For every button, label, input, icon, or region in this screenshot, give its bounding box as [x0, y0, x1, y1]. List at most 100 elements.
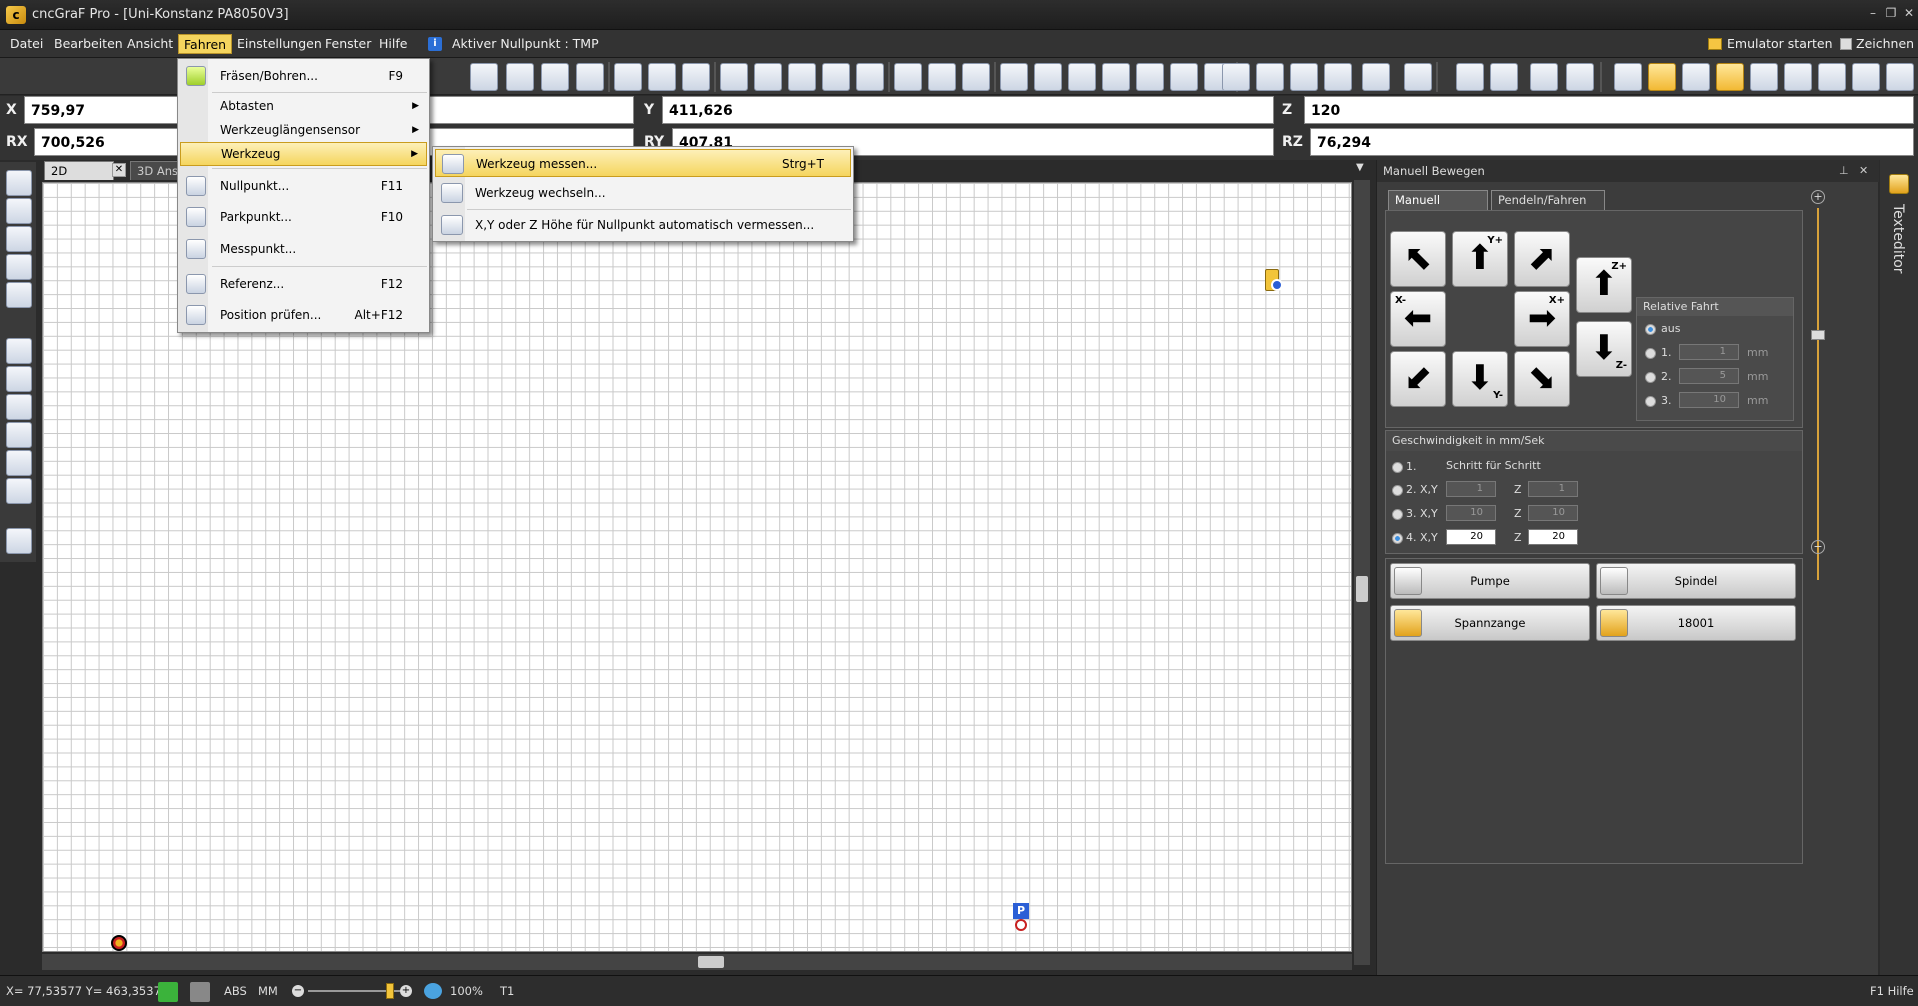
view-top-icon[interactable] — [1648, 63, 1676, 91]
rpm-button[interactable]: 18001 — [1596, 605, 1796, 641]
view-layers-icon[interactable] — [1716, 63, 1744, 91]
move-zminus-button[interactable]: ⬇ Z- — [1576, 321, 1632, 377]
move-xplus-button[interactable]: ➡ X+ — [1514, 291, 1570, 347]
draw-line-icon[interactable] — [6, 170, 32, 196]
menu-fenster[interactable]: Fenster — [320, 34, 376, 54]
tool-zoom-fit-icon[interactable] — [1324, 63, 1352, 91]
unit-mode[interactable]: MM — [258, 976, 278, 1006]
zoom-in-icon[interactable]: + — [400, 985, 412, 997]
move-se-button[interactable]: ⬊ — [1514, 351, 1570, 407]
speed-4-xy-input[interactable]: 20 — [1446, 529, 1496, 545]
menu-item-reference[interactable]: Referenz... F12 — [180, 269, 427, 299]
layer-4-icon[interactable] — [6, 422, 32, 448]
speed-slider-thumb[interactable] — [1811, 330, 1825, 340]
submenu-item-auto-measure[interactable]: X,Y oder Z Höhe für Nullpunkt automatisc… — [435, 211, 851, 239]
menu-item-tool-length-sensor[interactable]: Werkzeuglängensensor ▶ — [180, 118, 427, 142]
view-right-icon[interactable] — [1784, 63, 1812, 91]
draw-polyline-icon[interactable] — [6, 198, 32, 224]
menu-item-tool[interactable]: Werkzeug ▶ — [180, 142, 427, 166]
tool-doc2-icon[interactable] — [1490, 63, 1518, 91]
speed-2-z-input[interactable]: 1 — [1528, 481, 1578, 497]
menu-item-mill-drill[interactable]: Fräsen/Bohren... F9 — [180, 63, 427, 89]
tool-stop-icon[interactable] — [1102, 63, 1130, 91]
tool-block-icon[interactable] — [576, 63, 604, 91]
tool-doc4-icon[interactable] — [1566, 63, 1594, 91]
speed-1-radio[interactable] — [1392, 462, 1403, 473]
menu-item-nullpoint[interactable]: Nullpunkt... F11 — [180, 171, 427, 201]
spindle-button[interactable]: Spindel — [1596, 563, 1796, 599]
abs-mode[interactable]: ABS — [224, 976, 247, 1006]
tool-move-icon[interactable] — [1362, 63, 1390, 91]
tab-oscillate[interactable]: Pendeln/Fahren bis — [1491, 190, 1605, 226]
pin-icon[interactable]: ⊥ — [1839, 164, 1849, 177]
tool-xyz-icon[interactable] — [720, 63, 748, 91]
layer-3-icon[interactable] — [6, 394, 32, 420]
tool-material-icon[interactable] — [1000, 63, 1028, 91]
tool-play-icon[interactable] — [1034, 63, 1062, 91]
menu-datei[interactable]: Datei — [5, 34, 48, 54]
speed-3-xy-input[interactable]: 10 — [1446, 505, 1496, 521]
move-xminus-button[interactable]: ⬅ X- — [1390, 291, 1446, 347]
zoom-out-icon[interactable]: − — [292, 985, 304, 997]
relative-1-input[interactable]: 1 — [1679, 344, 1739, 360]
restore-button[interactable]: ❐ — [1884, 6, 1898, 20]
menu-item-check-position[interactable]: Position prüfen... Alt+F12 — [180, 300, 427, 330]
submenu-item-change-tool[interactable]: Werkzeug wechseln... — [435, 179, 851, 207]
tool-fast-icon[interactable] — [682, 63, 710, 91]
vertical-scrollbar[interactable] — [1354, 180, 1370, 965]
tool-z-icon[interactable] — [856, 63, 884, 91]
tool-change-icon[interactable] — [894, 63, 922, 91]
speed-3-radio[interactable] — [1392, 509, 1403, 520]
tool-hand-icon[interactable] — [541, 63, 569, 91]
tool-doc3-icon[interactable] — [1530, 63, 1558, 91]
view-front-icon[interactable] — [1682, 63, 1710, 91]
relative-2-input[interactable]: 5 — [1679, 368, 1739, 384]
relative-1-radio[interactable] — [1645, 348, 1656, 359]
tool-park-icon[interactable] — [648, 63, 676, 91]
emulator-start-button[interactable]: Emulator starten — [1727, 34, 1833, 54]
view-iso-icon[interactable] — [1614, 63, 1642, 91]
speed-4-radio[interactable] — [1392, 533, 1403, 544]
zoom-plus-icon[interactable]: + — [1811, 190, 1825, 204]
menu-bearbeiten[interactable]: Bearbeiten — [49, 34, 128, 54]
close-tab-icon[interactable]: ✕ — [112, 163, 126, 177]
tool-measure2-icon[interactable] — [928, 63, 956, 91]
horizontal-scrollbar[interactable] — [42, 954, 1352, 970]
tool-park-move-icon[interactable] — [1170, 63, 1198, 91]
move-yplus-button[interactable]: ⬆ Y+ — [1452, 231, 1508, 287]
tool-ruler-icon[interactable] — [1404, 63, 1432, 91]
relative-off-radio[interactable] — [1645, 324, 1656, 335]
move-yminus-button[interactable]: ⬇ Y- — [1452, 351, 1508, 407]
pump-button[interactable]: Pumpe — [1390, 563, 1590, 599]
tool-doc1-icon[interactable] — [1456, 63, 1484, 91]
tool-x-icon[interactable] — [788, 63, 816, 91]
move-nw-button[interactable]: ⬉ — [1390, 231, 1446, 287]
close-window-button[interactable]: ✕ — [1902, 6, 1916, 20]
draw-dimension-icon[interactable] — [6, 282, 32, 308]
tool-zoom-out-icon[interactable] — [1290, 63, 1318, 91]
tab-dropdown-icon[interactable]: ▼ — [1356, 162, 1364, 173]
speed-2-xy-input[interactable]: 1 — [1446, 481, 1496, 497]
tool-reference-icon[interactable] — [1136, 63, 1164, 91]
menu-ansicht[interactable]: Ansicht — [122, 34, 178, 54]
relative-3-input[interactable]: 10 — [1679, 392, 1739, 408]
zoom-slider-thumb[interactable] — [386, 983, 394, 999]
speed-2-radio[interactable] — [1392, 485, 1403, 496]
hscroll-thumb[interactable] — [698, 956, 724, 968]
tool-measure-icon[interactable] — [470, 63, 498, 91]
vscroll-thumb[interactable] — [1356, 576, 1368, 602]
move-ne-button[interactable]: ⬈ — [1514, 231, 1570, 287]
view-shade-icon[interactable] — [1852, 63, 1880, 91]
tool-pause-icon[interactable] — [1068, 63, 1096, 91]
menu-fahren[interactable]: Fahren — [178, 34, 233, 54]
menu-einstellungen[interactable]: Einstellungen — [232, 34, 327, 54]
minimize-button[interactable]: – — [1866, 6, 1880, 20]
menu-item-probe[interactable]: Abtasten ▶ — [180, 94, 427, 118]
menu-item-parkpoint[interactable]: Parkpunkt... F10 — [180, 202, 427, 232]
layer-5-icon[interactable] — [6, 450, 32, 476]
delete-layer-icon[interactable] — [6, 528, 32, 554]
move-zplus-button[interactable]: ⬆ Z+ — [1576, 257, 1632, 313]
relative-2-radio[interactable] — [1645, 372, 1656, 383]
menu-hilfe[interactable]: Hilfe — [374, 34, 412, 54]
submenu-item-measure-tool[interactable]: Werkzeug messen... Strg+T — [435, 149, 851, 177]
